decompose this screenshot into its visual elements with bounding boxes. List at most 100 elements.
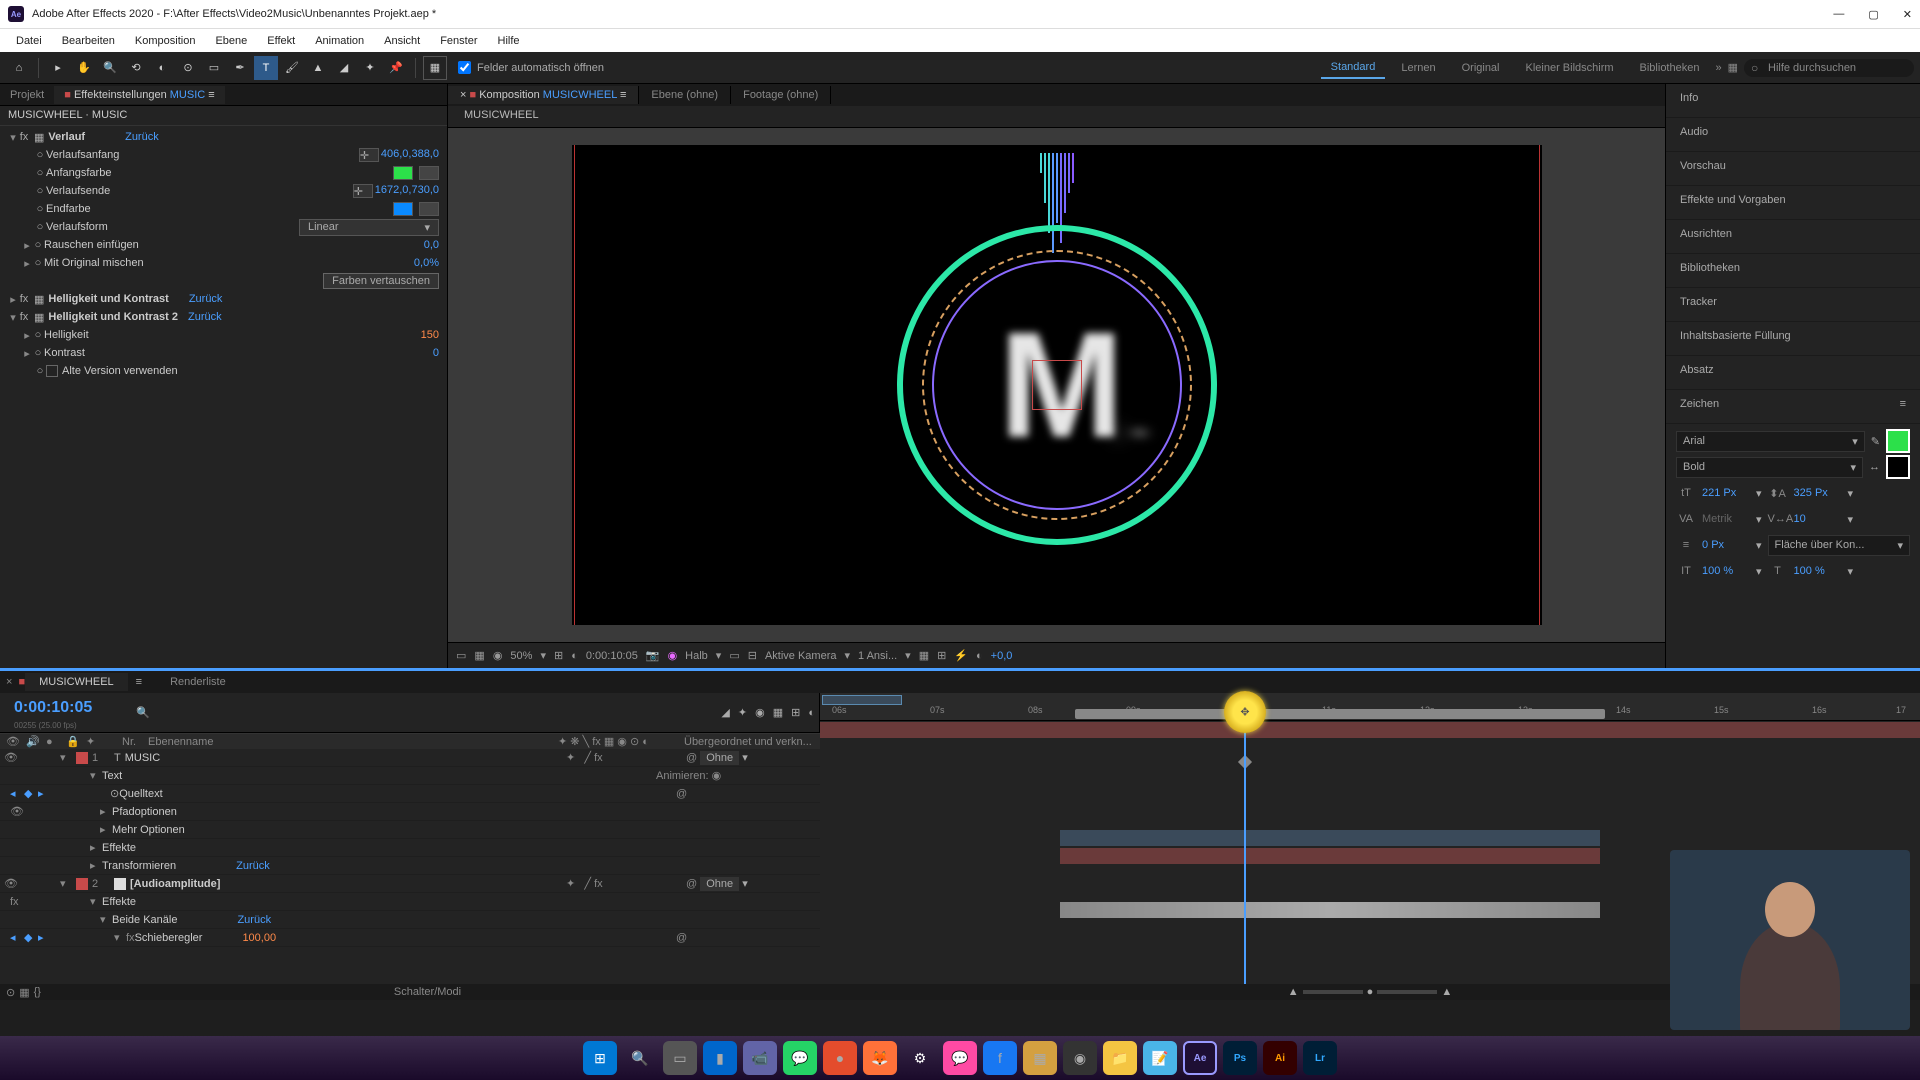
menu-effekt[interactable]: Effekt (257, 32, 305, 50)
minimize-button[interactable]: — (1833, 8, 1844, 21)
motion-blur-icon[interactable]: ◉ (755, 706, 765, 719)
taskbar-lightroom[interactable]: Lr (1303, 1041, 1337, 1075)
taskbar-explorer[interactable]: ▮ (703, 1041, 737, 1075)
taskbar-photoshop[interactable]: Ps (1223, 1041, 1257, 1075)
region-icon[interactable]: ▭ (729, 649, 739, 662)
panel-info[interactable]: Info (1666, 84, 1920, 118)
workspace-bibliotheken[interactable]: Bibliotheken (1630, 58, 1710, 78)
parent-select[interactable]: Ohne (700, 877, 739, 891)
next-keyframe-icon[interactable]: ▸ (38, 787, 44, 800)
menu-ebene[interactable]: Ebene (205, 32, 257, 50)
twist-icon[interactable]: ▾ (8, 131, 18, 144)
search-icon[interactable]: 🔍 (136, 706, 150, 719)
timeline-timecode[interactable]: 0:00:10:05 (0, 695, 106, 721)
hscale-value[interactable]: 100 % (1794, 565, 1842, 577)
parent-select[interactable]: Ohne (700, 751, 739, 765)
tab-footage[interactable]: Footage (ohne) (731, 86, 831, 104)
layer-name[interactable]: MUSIC (125, 752, 160, 764)
vscale-value[interactable]: 100 % (1702, 565, 1750, 577)
hand-tool[interactable]: ✋ (72, 56, 96, 80)
graph-editor-icon[interactable]: ▦ (773, 706, 783, 719)
prop-anfangsfarbe[interactable]: Anfangsfarbe (46, 167, 111, 179)
helligkeit-value[interactable]: 150 (421, 329, 439, 341)
reset-link[interactable]: Zurück (125, 131, 159, 143)
brush-tool[interactable]: 🖌 (280, 56, 304, 80)
verlaufsform-select[interactable]: Linear ▾ (299, 219, 439, 236)
prop-pfadoptionen[interactable]: 👁▸Pfadoptionen (0, 803, 820, 821)
footer-label[interactable]: Schalter/Modi (41, 986, 814, 998)
taskbar-whatsapp[interactable]: 💬 (783, 1041, 817, 1075)
eyedropper-icon[interactable] (419, 202, 439, 216)
timeline-ruler[interactable]: 06s 07s 08s 09s 10s 11s 12s 13s 14s 15s … (820, 693, 1920, 721)
kontrast-value[interactable]: 0 (433, 347, 439, 359)
mask-icon[interactable]: ▭ (456, 649, 466, 662)
tab-project[interactable]: Projekt (0, 86, 54, 104)
zoom-level[interactable]: 50% (510, 650, 532, 662)
home-button[interactable]: ⌂ (7, 56, 31, 80)
channel-icon[interactable]: ◐ (571, 650, 578, 662)
farben-vertauschen-button[interactable]: Farben vertauschen (323, 273, 439, 289)
crosshair-icon[interactable]: ✛ (353, 184, 373, 198)
crosshair-icon[interactable]: ✛ (359, 148, 379, 162)
taskbar-obs[interactable]: ◉ (1063, 1041, 1097, 1075)
workspace-original[interactable]: Original (1452, 58, 1510, 78)
taskbar-taskview[interactable]: ▭ (663, 1041, 697, 1075)
transform-bar[interactable] (1060, 830, 1600, 846)
adaptive-icon[interactable]: ◉ (493, 649, 503, 662)
twist-icon[interactable]: ▾ (60, 751, 72, 764)
prop-quelltext[interactable]: ◂◆▸⊙ Quelltext@ (0, 785, 820, 803)
3d-icon[interactable]: ▦ (919, 649, 929, 662)
color-swatch-start[interactable] (393, 166, 413, 180)
fastpreview-icon[interactable]: ⚡ (954, 649, 968, 662)
taskbar-app-3[interactable]: ▦ (1023, 1041, 1057, 1075)
taskbar-messenger[interactable]: 💬 (943, 1041, 977, 1075)
menu-fenster[interactable]: Fenster (430, 32, 487, 50)
color-label[interactable] (76, 752, 88, 764)
panel-absatz[interactable]: Absatz (1666, 356, 1920, 390)
eye-column-icon[interactable]: 👁 (6, 735, 20, 748)
prop-mehr-optionen[interactable]: ▸Mehr Optionen (0, 821, 820, 839)
toggle-switches-icon[interactable]: ⊙ (6, 986, 15, 999)
transparency-icon[interactable]: ▦ (474, 649, 484, 662)
reset-link[interactable]: Zurück (237, 914, 271, 926)
shape-tool[interactable]: ▭ (202, 56, 226, 80)
anchor-tool[interactable]: ⊙ (176, 56, 200, 80)
taskbar-app-1[interactable]: ● (823, 1041, 857, 1075)
renderlist-tab[interactable]: Renderliste (150, 673, 246, 691)
menu-komposition[interactable]: Komposition (125, 32, 206, 50)
menu-bearbeiten[interactable]: Bearbeiten (52, 32, 125, 50)
swap-colors-icon[interactable]: ↔ (1869, 461, 1880, 473)
orbit-tool[interactable]: ⟲ (124, 56, 148, 80)
panel-ausrichten[interactable]: Ausrichten (1666, 220, 1920, 254)
zoom-tool[interactable]: 🔍 (98, 56, 122, 80)
menu-datei[interactable]: Datei (6, 32, 52, 50)
prev-keyframe-icon[interactable]: ◂ (10, 787, 16, 800)
work-area-bar[interactable] (822, 695, 902, 705)
taskbar-facebook[interactable]: f (983, 1041, 1017, 1075)
effect-helligkeit-kontrast[interactable]: Helligkeit und Kontrast (48, 293, 168, 305)
effect-verlauf[interactable]: Verlauf (48, 131, 85, 143)
brainstorm-icon[interactable]: ◐ (808, 707, 815, 719)
layer-name[interactable]: [Audioamplitude] (130, 878, 220, 890)
menu-ansicht[interactable]: Ansicht (374, 32, 430, 50)
add-keyframe-icon[interactable]: ◆ (24, 787, 32, 800)
grid-icon[interactable]: ⊟ (748, 649, 757, 662)
tab-effect-controls[interactable]: ■ Effekteinstellungen MUSIC ≡ (54, 86, 224, 104)
reset-link[interactable]: Zurück (188, 311, 222, 323)
font-family-select[interactable]: Arial▾ (1676, 431, 1865, 452)
pen-tool[interactable]: ✒ (228, 56, 252, 80)
fill-swatch[interactable]: ▦ (423, 56, 447, 80)
prop-mitoriginal[interactable]: Mit Original mischen (44, 257, 144, 269)
prop-beide-kanaele[interactable]: ▾Beide KanäleZurück (0, 911, 820, 929)
taskbar-fileexplorer[interactable]: 📁 (1103, 1041, 1137, 1075)
tab-layer[interactable]: Ebene (ohne) (639, 86, 731, 104)
comp-breadcrumb[interactable]: MUSICWHEEL (448, 106, 1665, 128)
text-group[interactable]: ▾TextAnimieren: ◉ (0, 767, 820, 785)
workspace-overflow-icon[interactable]: » (1715, 62, 1721, 74)
shy-icon[interactable]: ◢ (721, 706, 729, 719)
workspace-kleiner[interactable]: Kleiner Bildschirm (1516, 58, 1624, 78)
reset-link[interactable]: Zurück (236, 860, 270, 872)
eye-icon[interactable]: 👁 (10, 805, 24, 818)
workspace-standard[interactable]: Standard (1321, 57, 1386, 79)
prop-verlaufsende[interactable]: Verlaufsende (46, 185, 110, 197)
